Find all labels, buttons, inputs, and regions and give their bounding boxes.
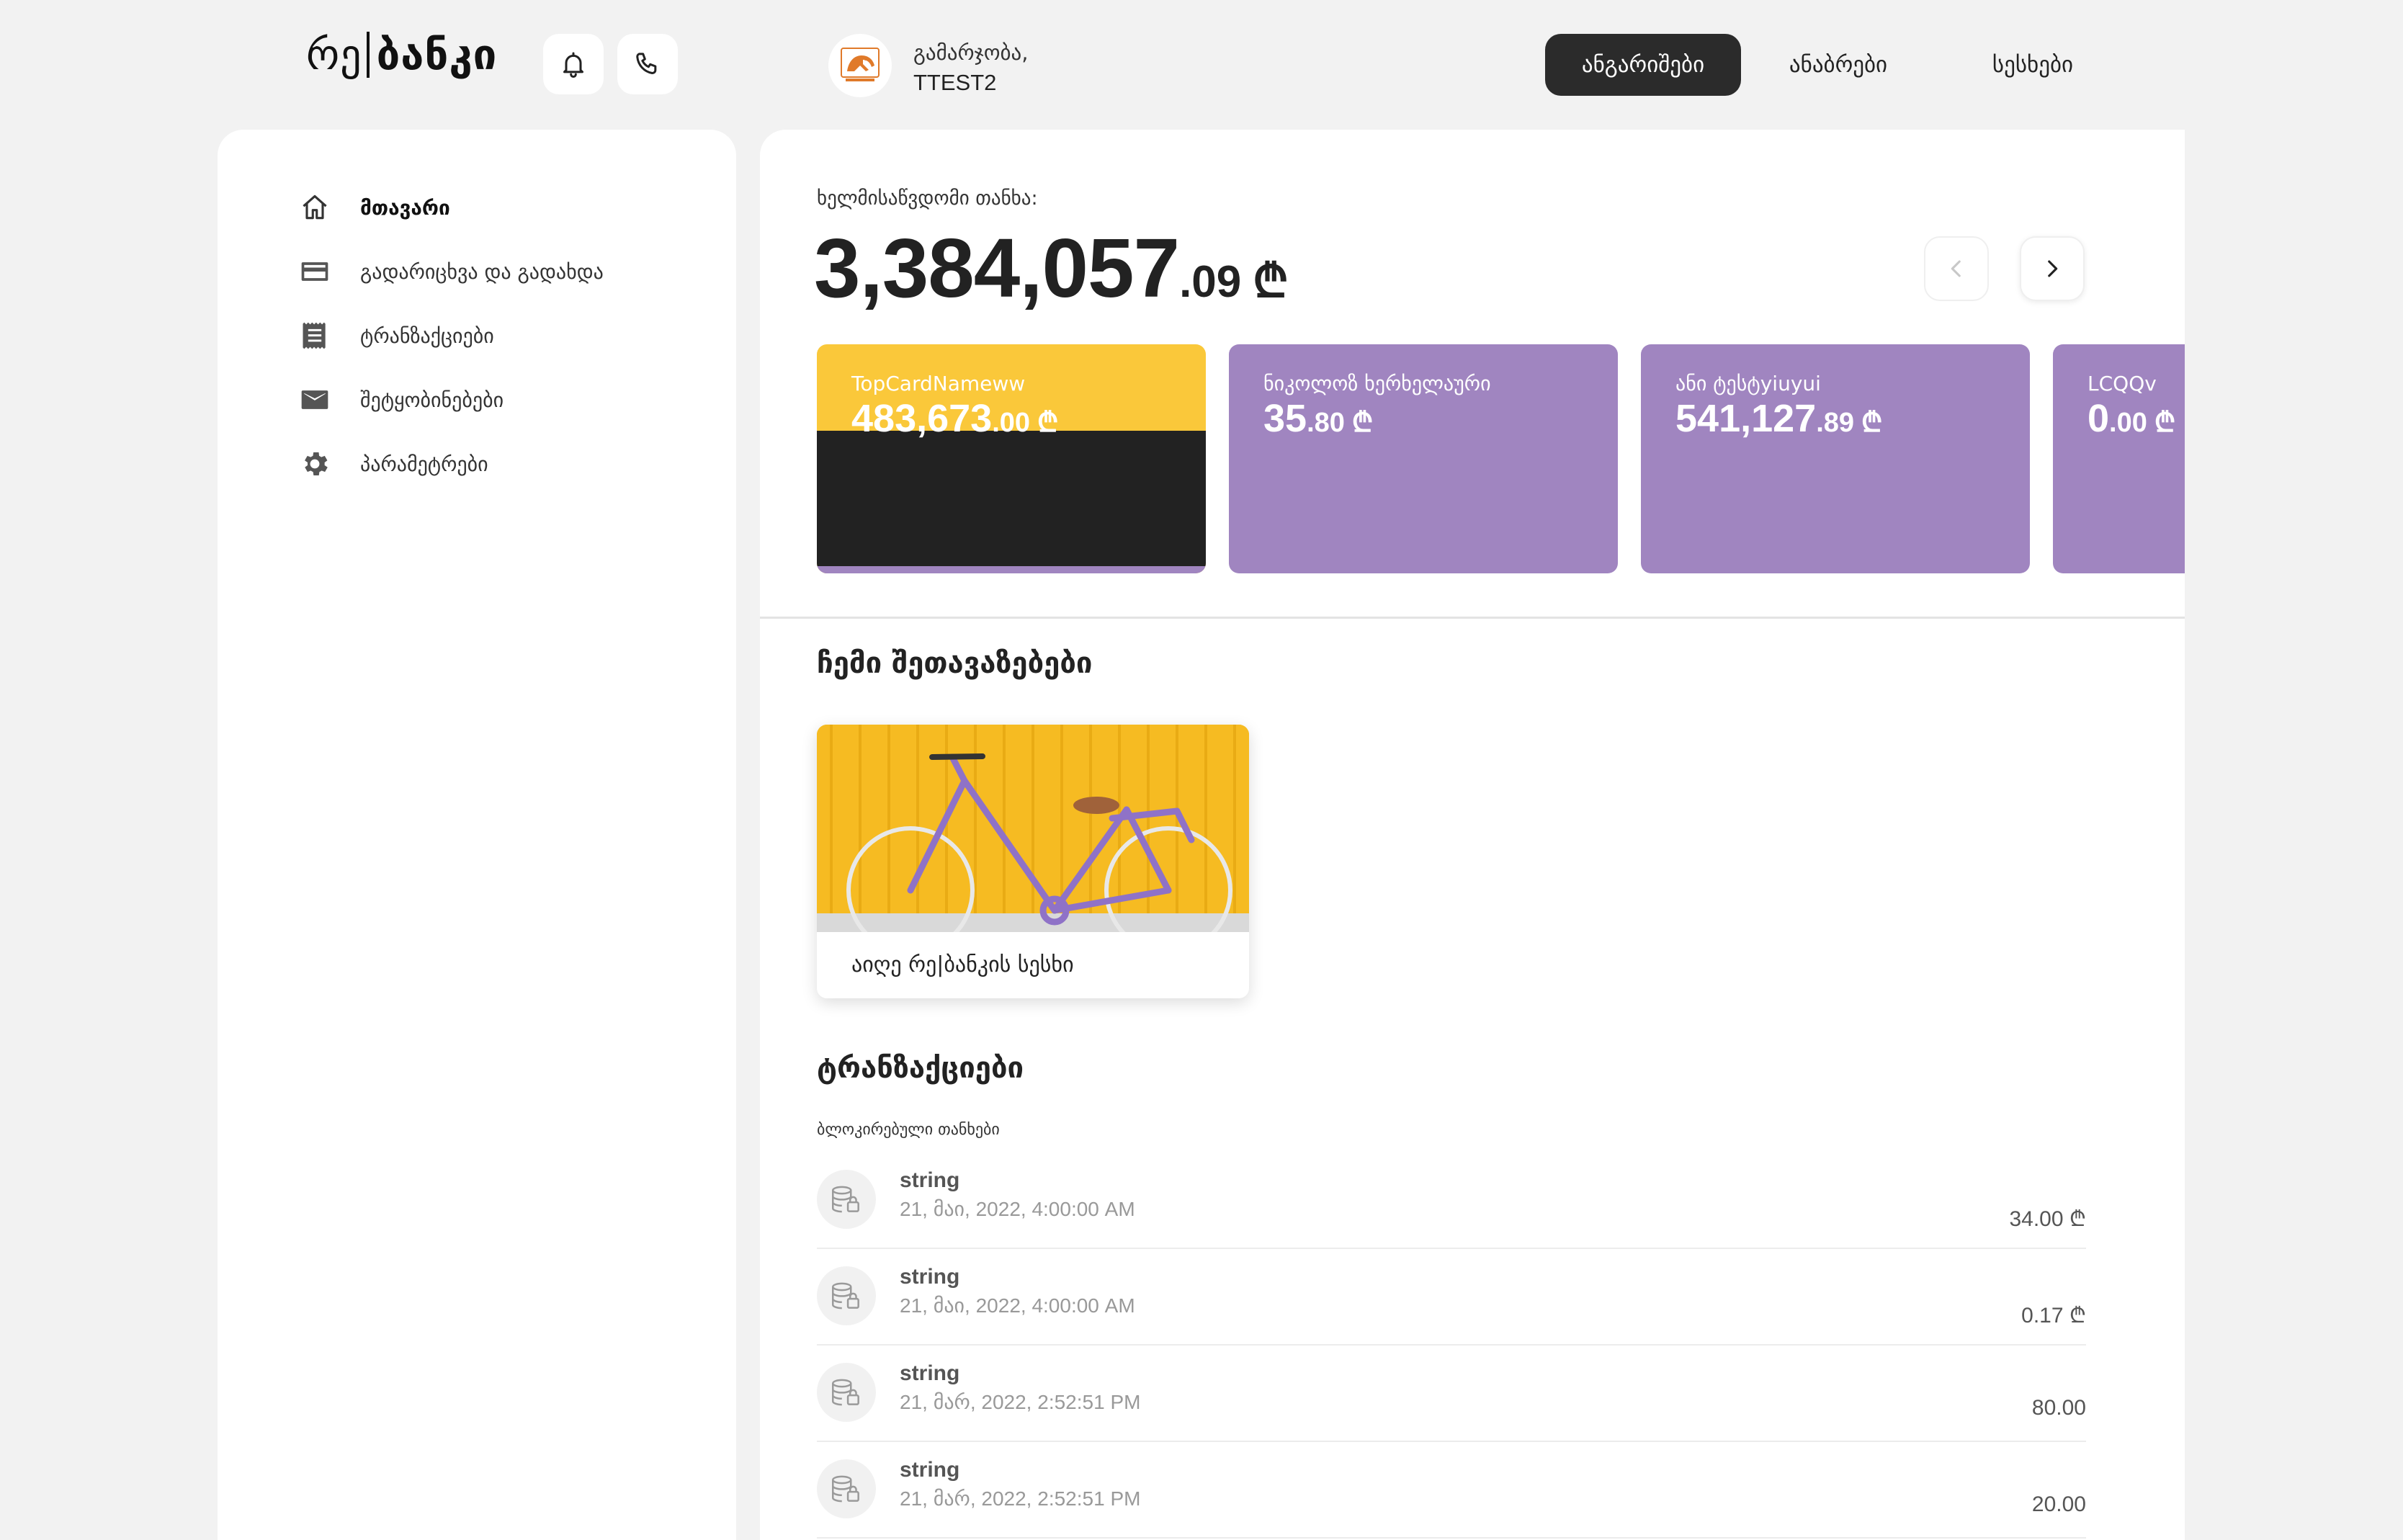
coins-lock-icon [817, 1459, 876, 1518]
transactions-title: ტრანზაქციები [817, 1052, 1024, 1085]
logo-light-text: რე [306, 30, 362, 79]
transaction-row[interactable]: string 21, მაი, 2022, 4:00:00 AM 34.00 ₾ [817, 1152, 2086, 1249]
section-divider [760, 617, 2185, 619]
chevron-right-icon [2048, 260, 2058, 277]
card-amount-integer: 0 [2087, 397, 2110, 440]
user-greeting: გამარჯობა, TTEST2 [913, 37, 1028, 98]
transaction-name: string [900, 1458, 960, 1482]
blocked-amounts-label: ბლოკირებული თანხები [817, 1121, 1000, 1139]
transaction-name: string [900, 1265, 960, 1289]
card-currency: ₾ [2154, 408, 2176, 438]
sidebar-item-messages[interactable]: შეტყობინებები [297, 380, 504, 420]
app-root: რე ბანკი გამარჯობა, TTEST2 ანგარიშები ან… [0, 0, 2403, 1540]
transaction-date: 21, მარ, 2022, 2:52:51 PM [900, 1391, 1141, 1413]
card-amount: 0 .00 ₾ [2087, 396, 2175, 441]
sidebar: მთავარი გადარიცხვა და გადახდა ტრანზაქციე… [218, 130, 736, 1540]
sidebar-item-label: გადარიცხვა და გადახდა [360, 259, 604, 284]
sidebar-item-transactions[interactable]: ტრანზაქციები [297, 315, 494, 356]
greeting-text: გამარჯობა, [913, 40, 1029, 65]
notifications-button[interactable] [543, 34, 604, 94]
user-name: TTEST2 [913, 70, 997, 95]
balance-integer: 3,384,057 [814, 221, 1180, 315]
transaction-amount: 0.17 ₾ [2021, 1304, 2086, 1328]
bicycle-image [817, 725, 1249, 932]
card-amount-decimal: .00 [2109, 408, 2147, 438]
coins-lock-icon [817, 1363, 876, 1422]
logo-divider [366, 32, 370, 78]
main-content: ხელმისაწვდომი თანხა: 3,384,057 .09 ₾ Top… [760, 130, 2185, 1540]
transaction-date: 21, მაი, 2022, 4:00:00 AM [900, 1294, 1135, 1317]
card-amount-integer: 35 [1263, 397, 1307, 440]
transaction-row[interactable]: string 21, მარ, 2022, 2:52:51 PM 80.00 [817, 1346, 2086, 1442]
tab-loans[interactable]: სესხები [1936, 34, 2130, 96]
logo-bold-text: ბანკი [376, 30, 498, 79]
chevron-left-icon [1951, 260, 1961, 277]
coins-lock-icon [817, 1266, 876, 1325]
cards-prev-button[interactable] [1924, 236, 1989, 301]
account-card[interactable]: TopCardNameww 483,673 .00 ₾ [817, 344, 1206, 573]
card-dark-band [817, 431, 1206, 566]
sidebar-item-settings[interactable]: პარამეტრები [297, 444, 488, 484]
card-accent-stripe [817, 566, 1206, 573]
card-amount-decimal: .00 [992, 408, 1031, 438]
account-card[interactable]: ნიკოლოზ ხერხელაური 35 .80 ₾ [1229, 344, 1618, 573]
card-amount-decimal: .80 [1307, 408, 1345, 438]
tab-accounts[interactable]: ანგარიშები [1545, 34, 1741, 96]
card-amount-integer: 483,673 [851, 397, 993, 440]
offer-card[interactable]: აიღე რე|ბანკის სესხი [817, 725, 1249, 998]
offer-title: აიღე რე|ბანკის სესხი [851, 952, 1074, 977]
account-card[interactable]: ანი ტესტyiuyui 541,127 .89 ₾ [1641, 344, 2030, 573]
balance-currency: ₾ [1253, 255, 1289, 307]
sidebar-item-label: პარამეტრები [360, 452, 488, 476]
transaction-amount: 20.00 [2031, 1492, 2086, 1516]
card-amount-integer: 541,127 [1675, 397, 1817, 440]
user-avatar[interactable] [828, 34, 892, 97]
transaction-row[interactable]: string 21, მაი, 2022, 4:00:00 AM 0.17 ₾ [817, 1249, 2086, 1346]
transaction-date: 21, მარ, 2022, 2:52:51 PM [900, 1487, 1141, 1510]
bank-emblem-icon [841, 48, 880, 81]
cards-next-button[interactable] [2020, 236, 2085, 301]
home-icon [297, 189, 333, 225]
sidebar-item-label: ტრანზაქციები [360, 323, 494, 348]
card-amount: 541,127 .89 ₾ [1675, 396, 1882, 441]
offers-title: ჩემი შეთავაზებები [817, 647, 1093, 680]
sidebar-item-home[interactable]: მთავარი [297, 187, 450, 228]
balance-label: ხელმისაწვდომი თანხა: [817, 187, 1038, 210]
sidebar-item-transfers[interactable]: გადარიცხვა და გადახდა [297, 251, 604, 292]
card-icon [297, 254, 333, 290]
card-name: TopCardNameww [851, 372, 1026, 395]
card-amount: 483,673 .00 ₾ [851, 396, 1058, 441]
coins-lock-icon [817, 1170, 876, 1229]
tab-deposits[interactable]: ანაბრები [1741, 34, 1936, 96]
transaction-name: string [900, 1361, 960, 1385]
card-currency: ₾ [1861, 408, 1883, 438]
card-name: ანი ტესტyiuyui [1675, 372, 1821, 395]
sidebar-item-label: მთავარი [360, 195, 450, 220]
gear-icon [297, 446, 333, 482]
transaction-name: string [900, 1168, 960, 1192]
card-amount-decimal: .89 [1816, 408, 1855, 438]
transaction-amount: 80.00 [2031, 1396, 2086, 1420]
bell-icon [563, 52, 583, 78]
call-button[interactable] [617, 34, 678, 94]
transaction-row[interactable]: string 21, მარ, 2022, 2:52:51 PM 20.00 [817, 1442, 2086, 1539]
card-amount: 35 .80 ₾ [1263, 396, 1373, 441]
mail-icon [297, 382, 333, 418]
account-card[interactable]: LCQQv 0 .00 ₾ [2053, 344, 2185, 573]
card-name: ნიკოლოზ ხერხელაური [1263, 372, 1491, 395]
balance-amount: 3,384,057 .09 ₾ [814, 220, 1289, 316]
receipt-icon [297, 318, 333, 354]
card-currency: ₾ [1351, 408, 1374, 438]
transaction-amount: 34.00 ₾ [2009, 1207, 2086, 1231]
balance-decimal: .09 [1179, 257, 1242, 307]
offer-image [817, 725, 1249, 932]
phone-icon [636, 53, 657, 74]
bank-logo[interactable]: რე ბანკი [306, 30, 497, 79]
sidebar-item-label: შეტყობინებები [360, 388, 504, 412]
card-name: LCQQv [2087, 372, 2157, 395]
card-currency: ₾ [1037, 408, 1059, 438]
transaction-date: 21, მაი, 2022, 4:00:00 AM [900, 1198, 1135, 1220]
top-navigation: ანგარიშები ანაბრები სესხები [1545, 34, 2130, 96]
